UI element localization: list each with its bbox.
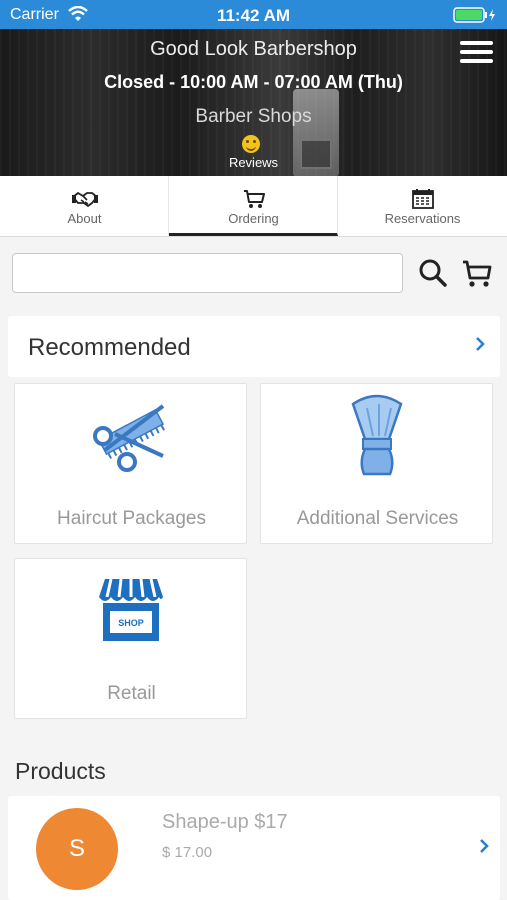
shaving-brush-icon [351, 394, 403, 476]
category-tile-additional-services[interactable]: Additional Services [260, 383, 493, 544]
product-name: Shape-up $17 [162, 811, 288, 833]
reviews-link[interactable]: Reviews [0, 155, 507, 170]
shop-header: Good Look Barbershop Closed - 10:00 AM -… [0, 29, 507, 176]
product-avatar: S [36, 808, 118, 890]
tab-about[interactable]: About [0, 176, 169, 236]
tab-label: Ordering [228, 211, 279, 226]
cart-icon [244, 190, 265, 208]
search-input[interactable] [12, 253, 403, 293]
hamburger-menu-icon[interactable] [460, 41, 493, 65]
category-label: Haircut Packages [57, 508, 206, 529]
shop-category: Barber Shops [195, 106, 312, 127]
smiley-icon[interactable] [242, 135, 260, 153]
recommended-title: Recommended [28, 334, 191, 361]
battery-icon [453, 7, 495, 23]
category-tile-haircut-packages[interactable]: Haircut Packages [14, 383, 247, 544]
products-heading: Products [15, 758, 106, 784]
category-label: Additional Services [296, 508, 459, 529]
status-bar: Carrier 11:42 AM [0, 0, 507, 29]
tab-bar: About Ordering Reservations [0, 176, 507, 237]
clock-time: 11:42 AM [216, 6, 291, 25]
product-item[interactable]: S Shape-up $17 $ 17.00 [8, 796, 500, 900]
cart-icon[interactable] [461, 258, 493, 290]
shop-hours: Closed - 10:00 AM - 07:00 AM (Thu) [104, 72, 403, 92]
chevron-right-icon [480, 839, 489, 853]
shop-name: Good Look Barbershop [150, 38, 357, 60]
tab-label: Reservations [384, 211, 461, 226]
product-price: $ 17.00 [162, 844, 213, 861]
category-tile-retail[interactable]: SHOP Retail [14, 558, 247, 719]
calendar-icon [412, 189, 434, 209]
category-label: Retail [107, 683, 156, 704]
shop-sign: SHOP [118, 618, 144, 628]
scissors-comb-icon [93, 404, 165, 472]
chevron-right-icon [476, 337, 485, 351]
shop-storefront-icon: SHOP [99, 578, 163, 641]
tab-reservations[interactable]: Reservations [338, 176, 507, 236]
search-icon[interactable] [417, 257, 449, 289]
recommended-row[interactable]: Recommended [8, 316, 500, 377]
tab-label: About [67, 211, 102, 226]
handshake-icon [72, 192, 98, 207]
tab-ordering[interactable]: Ordering [169, 176, 338, 236]
